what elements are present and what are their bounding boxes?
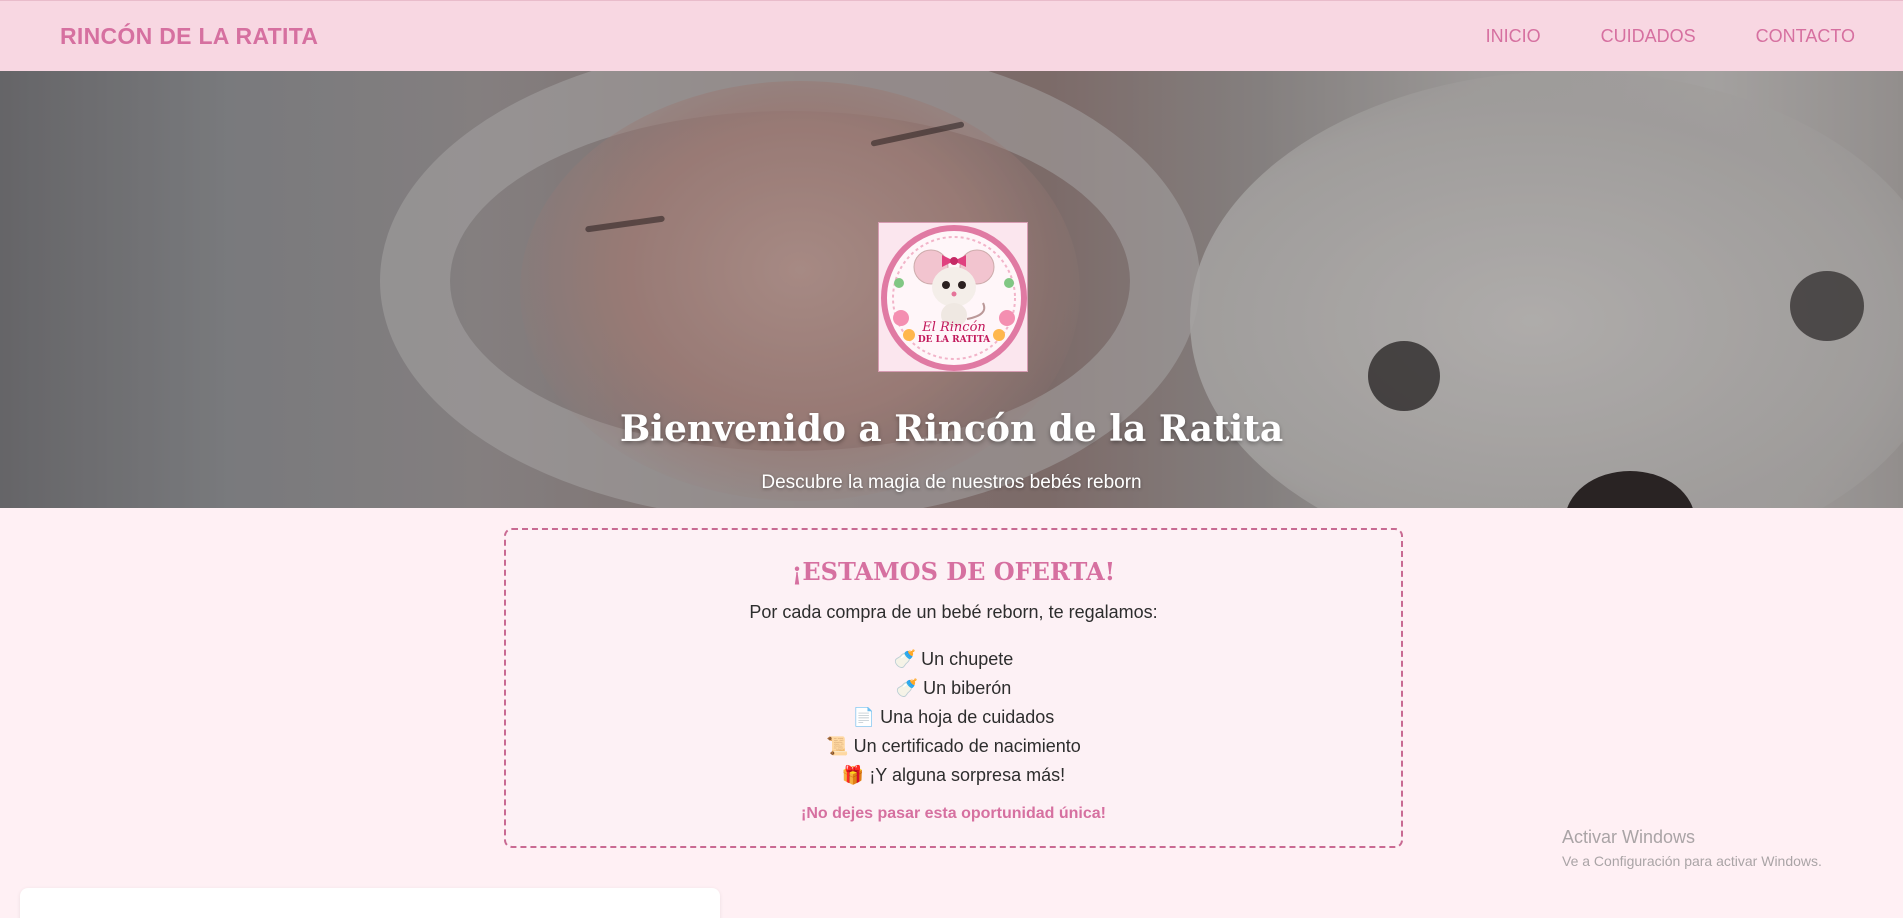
bottle-icon: 🍼 xyxy=(893,649,917,669)
hero-banner: El Rincón DE LA RATITA Bienvenido a Rinc… xyxy=(0,71,1903,508)
bottle-icon: 🍼 xyxy=(895,678,919,698)
scroll-icon: 📜 xyxy=(826,736,849,756)
gift-icon: 🎁 xyxy=(841,765,865,785)
list-item: 📄 Una hoja de cuidados xyxy=(506,703,1401,732)
nav-link-cuidados[interactable]: CUIDADOS xyxy=(1601,26,1696,47)
hero-title: Bienvenido a Rincón de la Ratita xyxy=(619,408,1284,450)
main-nav: INICIO CUIDADOS CONTACTO xyxy=(1486,26,1855,47)
logo-text: El Rincón DE LA RATITA xyxy=(917,320,991,345)
gift-list: 🍼 Un chupete 🍼 Un biberón 📄 Una hoja de cui… xyxy=(506,645,1401,790)
list-item: 📜 Un certificado de nacimiento xyxy=(506,732,1401,761)
nav-link-contacto[interactable]: CONTACTO xyxy=(1756,26,1855,47)
offer-box: ¡ESTAMOS DE OFERTA! Por cada compra de u… xyxy=(504,528,1403,848)
list-item: 🎁 ¡Y alguna sorpresa más! xyxy=(506,761,1401,790)
watermark-subtitle: Ve a Configuración para activar Windows. xyxy=(1562,853,1822,869)
offer-title: ¡ESTAMOS DE OFERTA! xyxy=(791,557,1116,586)
list-item: 🍼 Un chupete xyxy=(506,645,1401,674)
top-navbar: RINCÓN DE LA RATITA INICIO CUIDADOS CONT… xyxy=(0,0,1903,71)
list-item: 🍼 Un biberón xyxy=(506,674,1401,703)
offer-cta: ¡No dejes pasar esta oportunidad única! xyxy=(801,805,1106,822)
document-icon: 📄 xyxy=(852,707,876,727)
brand-logo-text[interactable]: RINCÓN DE LA RATITA xyxy=(60,23,318,50)
content-card xyxy=(20,888,720,918)
hero-subtitle: Descubre la magia de nuestros bebés rebo… xyxy=(761,472,1142,493)
offer-intro: Por cada compra de un bebé reborn, te re… xyxy=(749,602,1158,622)
watermark-title: Activar Windows xyxy=(1562,827,1696,847)
windows-activation-watermark: Activar Windows Ve a Configuración para … xyxy=(1562,827,1822,869)
ratita-logo-image: El Rincón DE LA RATITA xyxy=(878,222,1028,372)
nav-link-inicio[interactable]: INICIO xyxy=(1486,26,1541,47)
